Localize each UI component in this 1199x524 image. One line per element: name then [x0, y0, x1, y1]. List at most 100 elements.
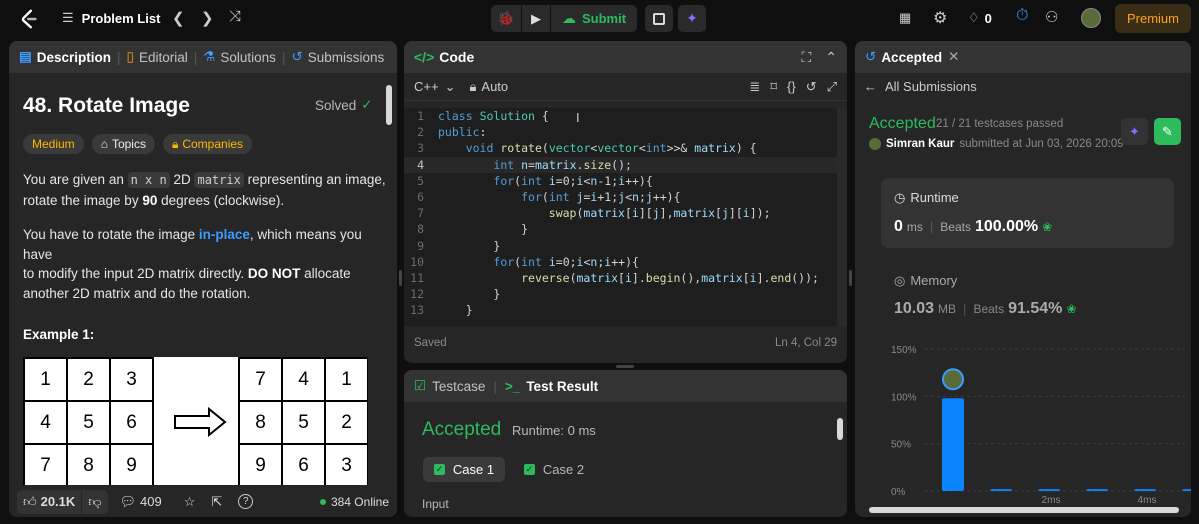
vertical-splitter[interactable]: [399, 270, 402, 286]
horizontal-scrollbar[interactable]: [869, 507, 1179, 513]
next-problem-icon[interactable]: ❯: [201, 9, 214, 27]
clock-icon: ◷: [894, 190, 906, 205]
tab-description[interactable]: ▤ Description: [19, 49, 111, 65]
submitter-row: Simran Kaur submitted at Jun 03, 2026 20:…: [869, 138, 1124, 150]
ai-analyze-button[interactable]: ✦: [1121, 118, 1148, 145]
y-tick-label: 50%: [891, 440, 911, 451]
prev-problem-icon[interactable]: ❮: [172, 9, 185, 27]
arrow-left-icon: ←: [864, 79, 877, 94]
dislike-button[interactable]: 👎︎: [82, 489, 108, 514]
layout-icon[interactable]: ▦: [899, 10, 911, 26]
checkbox-icon: ☑: [414, 378, 427, 393]
edit-icon: ✎: [1162, 123, 1173, 139]
history-icon: ↺: [291, 49, 303, 64]
comments-button[interactable]: 💬︎ 409: [120, 494, 162, 510]
expand-icon[interactable]: ⤢: [827, 79, 837, 95]
streak-counter[interactable]: ♢ 0: [968, 10, 992, 26]
problem-description: You are given an n x n 2D matrix represe…: [23, 172, 386, 301]
reset-icon[interactable]: ↺: [806, 79, 817, 95]
note-icon: [653, 12, 665, 25]
page-title: 48. Rotate Image: [23, 94, 190, 117]
case-1-tab[interactable]: ✓ Case 1: [423, 457, 505, 482]
fire-icon: ♢: [968, 10, 980, 25]
check-icon: ✓: [433, 464, 445, 475]
premium-button[interactable]: Premium: [1115, 4, 1191, 33]
debug-button[interactable]: 🐞: [491, 5, 521, 32]
run-button[interactable]: ▶: [522, 5, 550, 32]
thumbs-down-icon: 👎︎: [88, 493, 102, 509]
description-scrollbar[interactable]: [386, 85, 392, 125]
cloud-upload-icon: ☁: [561, 10, 576, 26]
difficulty-badge: Medium: [23, 134, 84, 154]
code-editor[interactable]: 1 class Solution { 2 public: 3 void rotate…: [404, 108, 847, 326]
fullscreen-icon[interactable]: ⛶: [801, 49, 811, 66]
collapse-icon[interactable]: ⌃: [825, 49, 837, 66]
help-icon[interactable]: ?: [238, 494, 254, 509]
tab-test-result[interactable]: >_ Test Result: [505, 379, 598, 394]
example-image: 123 456 789 741 852 963: [23, 357, 368, 485]
leetcode-logo[interactable]: [18, 8, 40, 30]
close-icon[interactable]: ✕: [948, 49, 959, 65]
submission-status: Accepted: [869, 115, 936, 132]
tab-solutions[interactable]: ⚗ Solutions: [203, 49, 276, 65]
chart-bar: [1038, 489, 1060, 491]
play-icon: ▶: [531, 10, 541, 26]
companies-tag[interactable]: 🔒︎ Companies: [162, 134, 253, 154]
submission-panel: ↺ Accepted ✕ ← All Submissions Accepted 2…: [855, 41, 1191, 517]
flask-icon: ⚗: [203, 49, 216, 64]
vertical-splitter-right[interactable]: [849, 270, 852, 286]
check-circle-icon: ✓: [361, 97, 373, 112]
like-button[interactable]: 👍︎ 20.1K: [17, 489, 82, 514]
mode-select[interactable]: 🔒︎ Auto: [469, 79, 508, 95]
check-icon: ✓: [523, 464, 535, 475]
lock-icon: 🔒︎: [171, 136, 179, 151]
all-submissions-link[interactable]: ← All Submissions: [864, 79, 977, 94]
y-tick-label: 150%: [891, 345, 917, 356]
editor-scrollbar[interactable]: [837, 108, 847, 326]
description-footer: 👍︎ 20.1K 👎︎ 💬︎ 409 ☆ ⇱ ? 384 Online: [9, 486, 397, 517]
timer-icon[interactable]: ⏱: [1016, 7, 1028, 25]
format-icon[interactable]: ≣: [749, 79, 760, 95]
horizontal-splitter[interactable]: [616, 365, 634, 368]
username[interactable]: Simran Kaur: [886, 138, 954, 150]
chart-bar: [1134, 489, 1156, 491]
tab-editorial[interactable]: ▯ Editorial: [127, 49, 188, 65]
arrow-right-icon: [174, 407, 227, 437]
braces-icon[interactable]: {}: [787, 79, 796, 94]
in-place-link[interactable]: in-place: [199, 227, 250, 242]
tab-submissions[interactable]: ↺ Submissions: [291, 49, 384, 65]
add-user-icon[interactable]: ⚇: [1045, 8, 1058, 26]
write-solution-button[interactable]: ✎: [1154, 118, 1181, 145]
test-panel: ☑ Testcase | >_ Test Result Accepted Runti…: [404, 370, 847, 517]
code-header: </> Code ⛶ ⌃: [404, 41, 847, 73]
share-icon[interactable]: ⇱: [211, 494, 222, 510]
chart-bar: [990, 489, 1012, 491]
example-heading: Example 1:: [23, 327, 95, 342]
shuffle-icon[interactable]: ⤨: [229, 8, 241, 25]
top-bar: ☰ Problem List ❮ ❯ ⤨ 🐞 ▶ ☁ Submit ✦ ▦ ⚙ …: [0, 0, 1199, 38]
list-icon: ☰: [62, 10, 74, 25]
ai-button[interactable]: ✦: [678, 5, 706, 32]
test-scrollbar[interactable]: [837, 418, 843, 440]
problem-list-button[interactable]: ☰ Problem List: [62, 10, 160, 26]
language-select[interactable]: C++ ⌄: [414, 79, 455, 95]
memory-card[interactable]: ◎ Memory 10.03 MB | Beats 91.54% ❀: [881, 263, 1174, 333]
sparkle-icon: ✦: [1129, 123, 1140, 139]
leaf-icon: ❀: [1066, 302, 1077, 316]
runtime-distribution-chart: 150% 100% 50% 0% 2ms 4ms: [891, 345, 1191, 506]
avatar[interactable]: [1081, 8, 1101, 28]
runtime-card[interactable]: ◷ Runtime 0 ms | Beats 100.00% ❀: [881, 178, 1174, 248]
thumbs-up-icon: 👍︎: [23, 493, 37, 509]
star-icon[interactable]: ☆: [184, 494, 196, 510]
description-tabs: ▤ Description | ▯ Editorial | ⚗ Solutions |…: [9, 41, 397, 73]
chart-bar: [1182, 489, 1191, 491]
submit-button[interactable]: ☁ Submit: [551, 5, 637, 32]
settings-gear-icon[interactable]: ⚙: [933, 8, 947, 28]
case-2-tab[interactable]: ✓ Case 2: [519, 457, 589, 482]
topics-tag[interactable]: ⌂ Topics: [91, 134, 155, 154]
notes-button[interactable]: [645, 5, 673, 32]
bookmark-icon[interactable]: ⌑: [770, 79, 777, 95]
tab-accepted[interactable]: Accepted: [881, 50, 942, 65]
tab-testcase[interactable]: ☑ Testcase: [414, 378, 485, 394]
editor-status-bar: Saved Ln 4, Col 29: [414, 337, 837, 349]
